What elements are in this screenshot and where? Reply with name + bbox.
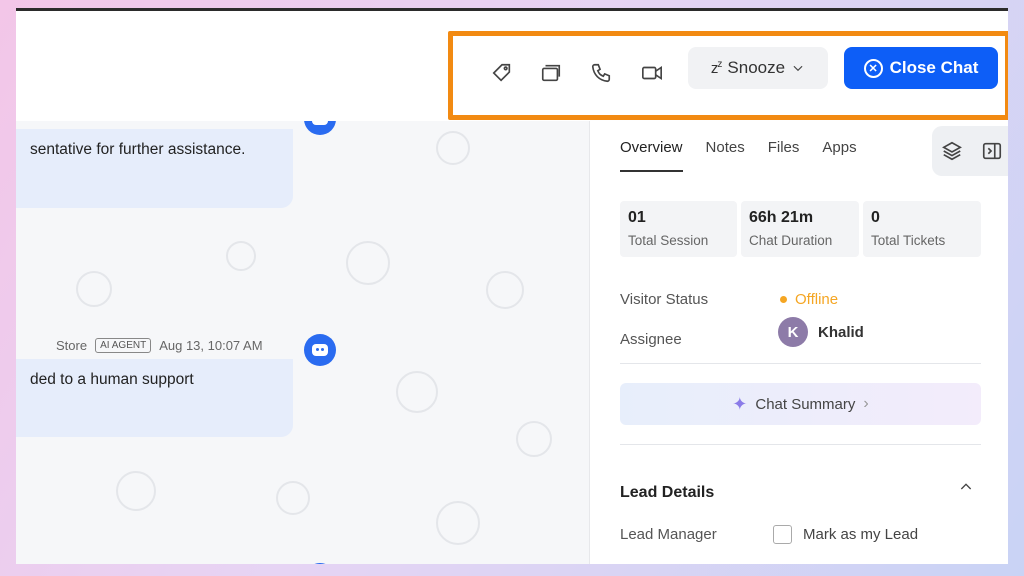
background-doodle — [226, 241, 256, 271]
panel-tabs: Overview Notes Files Apps — [620, 139, 857, 172]
panel-tools — [932, 126, 1008, 176]
close-circle-icon: ✕ — [863, 58, 883, 78]
message-bubble: ded to a human support — [16, 359, 293, 437]
mark-as-lead-label: Mark as my Lead — [803, 526, 919, 543]
snooze-icon: zz — [710, 59, 723, 77]
app-window: zz Snooze ✕ Close Chat sentative for fur… — [16, 8, 1008, 564]
chat-messages-area[interactable]: sentative for further assistance. Store … — [16, 121, 589, 564]
tab-files[interactable]: Files — [768, 139, 800, 172]
message-meta: Store AI AGENT Aug 13, 10:07 AM — [56, 338, 263, 353]
lead-details-title: Lead Details — [620, 484, 715, 501]
assignee[interactable]: K Khalid — [778, 317, 864, 347]
stat-label: Chat Duration — [749, 233, 833, 248]
status-text: Offline — [795, 291, 839, 308]
snooze-button[interactable]: zz Snooze — [688, 47, 828, 89]
stat-card: 66h 21m Chat Duration — [741, 201, 859, 257]
divider — [620, 363, 981, 364]
message-text: sentative for further assistance. — [30, 141, 246, 158]
ai-agent-badge: AI AGENT — [95, 338, 152, 353]
tab-overview[interactable]: Overview — [620, 139, 683, 172]
message-text: ded to a human support — [30, 371, 194, 388]
assignee-label: Assignee — [620, 331, 682, 348]
background-doodle — [516, 421, 552, 457]
bot-avatar — [304, 121, 336, 135]
background-doodle — [486, 271, 524, 309]
background-doodle — [76, 271, 112, 307]
mark-as-lead-checkbox[interactable] — [773, 525, 792, 544]
chevron-down-icon — [793, 65, 803, 72]
close-chat-button[interactable]: ✕ Close Chat — [844, 47, 998, 89]
layers-icon[interactable] — [941, 140, 963, 162]
message-time: Aug 13, 10:07 AM — [159, 338, 263, 353]
background-doodle — [436, 131, 470, 165]
background-doodle — [116, 471, 156, 511]
video-icon[interactable] — [638, 59, 666, 87]
tab-notes[interactable]: Notes — [706, 139, 745, 172]
message-bubble: sentative for further assistance. — [16, 129, 293, 208]
background-doodle — [396, 371, 438, 413]
chat-summary-label: Chat Summary — [755, 395, 856, 413]
divider — [620, 444, 981, 445]
stats-row: 01 Total Session 66h 21m Chat Duration 0… — [620, 201, 981, 257]
stat-label: Total Session — [628, 233, 709, 248]
status-dot — [780, 296, 787, 303]
visitor-status-label: Visitor Status — [620, 291, 709, 308]
phone-icon[interactable] — [587, 59, 615, 87]
snooze-label: Snooze — [727, 58, 786, 77]
stat-label: Total Tickets — [871, 233, 946, 248]
collapse-panel-icon[interactable] — [981, 140, 1003, 162]
message-sender: Store — [56, 338, 88, 353]
mark-as-lead-option[interactable]: Mark as my Lead — [773, 525, 918, 544]
tab-apps[interactable]: Apps — [822, 139, 856, 172]
details-panel: Overview Notes Files Apps 01 Total Sessi… — [589, 121, 1008, 564]
avatar: K — [778, 317, 808, 347]
stat-value: 0 — [871, 209, 880, 226]
background-doodle — [346, 241, 390, 285]
stat-value: 66h 21m — [749, 209, 814, 226]
stat-card: 0 Total Tickets — [863, 201, 981, 257]
chevron-up-icon[interactable] — [958, 479, 974, 500]
close-chat-label: Close Chat — [889, 58, 979, 77]
visitor-status-value: Offline — [780, 291, 838, 308]
chat-summary-button[interactable]: ✦ Chat Summary › — [620, 383, 981, 425]
chevron-right-icon: › — [863, 395, 869, 412]
tag-icon[interactable] — [488, 59, 516, 87]
window-icon[interactable] — [537, 59, 565, 87]
assignee-name: Khalid — [818, 323, 864, 341]
stat-value: 01 — [628, 209, 646, 226]
sparkle-icon: ✦ — [732, 393, 748, 414]
background-doodle — [436, 501, 480, 545]
chat-header: zz Snooze ✕ Close Chat — [16, 11, 1008, 121]
bot-avatar — [304, 563, 336, 564]
bot-avatar — [304, 334, 336, 366]
background-doodle — [276, 481, 310, 515]
lead-manager-label: Lead Manager — [620, 526, 717, 543]
stat-card: 01 Total Session — [620, 201, 737, 257]
